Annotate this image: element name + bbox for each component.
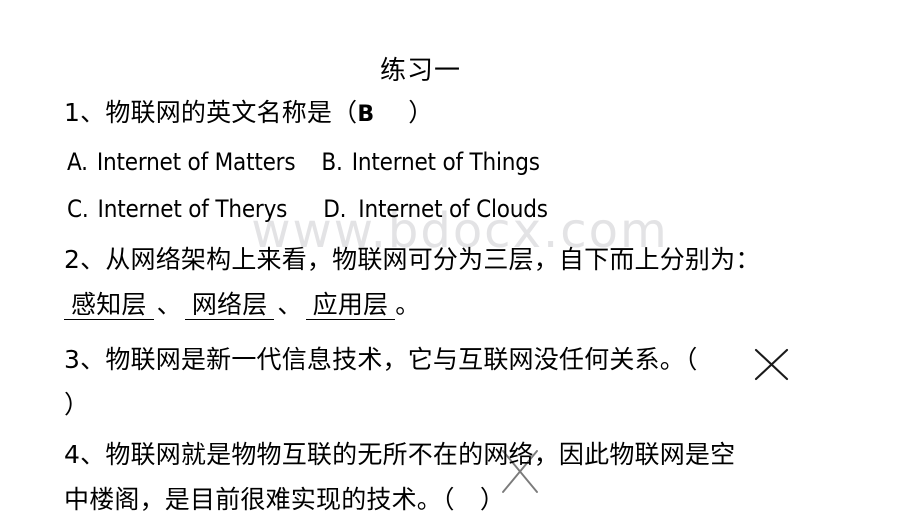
option-b-label: B. (321, 148, 343, 176)
blank-separator-1: 、 (156, 290, 182, 319)
option-c-text: Internet of Therys (97, 195, 288, 223)
question-4-line-1: 4、物联网就是物物互联的无所不在的网络，因此物联网是空 (64, 442, 735, 467)
question-4-line-2: 中楼阁，是目前很难实现的技术。（ ） (64, 485, 506, 514)
question-2-stem: 2、从网络架构上来看，物联网可分为三层，自下而上分别为： (64, 247, 761, 272)
question-2-number: 2、 (64, 245, 106, 274)
question-3-line-1: 3、物联网是新一代信息技术，它与互联网没任何关系。（ (64, 347, 698, 372)
question-4-number: 4、 (64, 440, 106, 469)
question-1-close-paren: ） (408, 98, 434, 127)
question-1-text: 物联网的英文名称是（ (105, 98, 358, 127)
option-a-text: Internet of Matters (96, 148, 296, 176)
question-1-options-row-2: C. Internet of Therys D. Internet of Clouds (67, 197, 548, 221)
question-1-options-row-1: A. Internet of Matters B. Internet of Thing… (67, 150, 540, 174)
blank-answer-1[interactable]: 感知层 (64, 292, 154, 320)
option-a-label: A. (67, 148, 88, 176)
question-1-stem: 1、物联网的英文名称是（B ） (64, 100, 434, 126)
question-3-text: 物联网是新一代信息技术，它与互联网没任何关系。（ (105, 345, 698, 374)
option-b-text: Internet of Things (351, 148, 540, 176)
question-3-line-2: ） (64, 390, 90, 419)
blank-answer-3[interactable]: 应用层 (305, 292, 396, 320)
worksheet-content: 练习一 1、物联网的英文名称是（B ） A. Internet of Matters… (0, 0, 920, 518)
option-d-text: Internet of Clouds (358, 195, 548, 223)
question-3-number: 3、 (64, 345, 106, 374)
question-4-text-1: 物联网就是物物互联的无所不在的网络，因此物联网是空 (105, 440, 736, 469)
question-2-period: 。 (395, 290, 421, 319)
document-page: www.bdocx.com 练习一 1、物联网的英文名称是（B） A. Inter… (0, 0, 920, 518)
option-c-label: C. (67, 195, 89, 223)
question-2-answers: 感知层、网络层、应用层。 (64, 292, 420, 320)
option-d-label: D. (323, 195, 347, 223)
blank-separator-2: 、 (277, 290, 303, 319)
question-2-text: 从网络架构上来看，物联网可分为三层，自下而上分别为： (105, 245, 761, 274)
question-1-answer: B (357, 102, 375, 127)
blank-answer-2[interactable]: 网络层 (184, 292, 275, 320)
page-title: 练习一 (380, 56, 462, 86)
question-1-number: 1、 (64, 98, 106, 127)
